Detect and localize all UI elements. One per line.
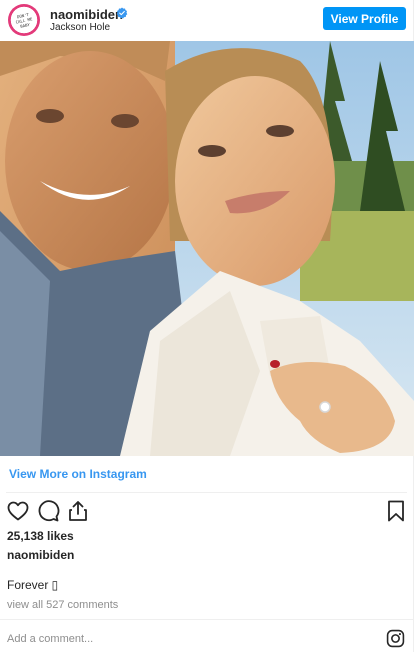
post-username[interactable]: naomibiden — [7, 548, 74, 562]
post-header: DON'T CALL ME BABY naomibiden Jackson Ho… — [0, 0, 414, 40]
instagram-icon[interactable] — [386, 629, 405, 648]
location[interactable]: Jackson Hole — [50, 22, 110, 33]
likes-count[interactable]: 25,138 likes — [7, 529, 74, 543]
post-caption: Forever ▯ — [7, 578, 59, 592]
post-photo-image — [0, 41, 414, 456]
view-all-comments-link[interactable]: view all 527 comments — [7, 599, 118, 611]
divider — [0, 619, 414, 620]
avatar[interactable]: DON'T CALL ME BABY — [8, 4, 40, 36]
divider — [6, 492, 407, 493]
post-photo[interactable] — [0, 41, 414, 456]
username[interactable]: naomibiden — [50, 7, 123, 22]
comment-icon[interactable] — [36, 499, 60, 523]
view-profile-button[interactable]: View Profile — [323, 7, 406, 30]
avatar-text: DON'T CALL ME BABY — [15, 11, 33, 29]
instagram-embed: DON'T CALL ME BABY naomibiden Jackson Ho… — [0, 0, 414, 652]
add-comment-input[interactable]: Add a comment... — [7, 633, 93, 645]
view-more-link[interactable]: View More on Instagram — [9, 467, 147, 481]
verified-badge-icon — [116, 7, 128, 19]
heart-icon[interactable] — [6, 499, 30, 523]
bookmark-icon[interactable] — [384, 499, 408, 523]
share-icon[interactable] — [66, 499, 90, 523]
